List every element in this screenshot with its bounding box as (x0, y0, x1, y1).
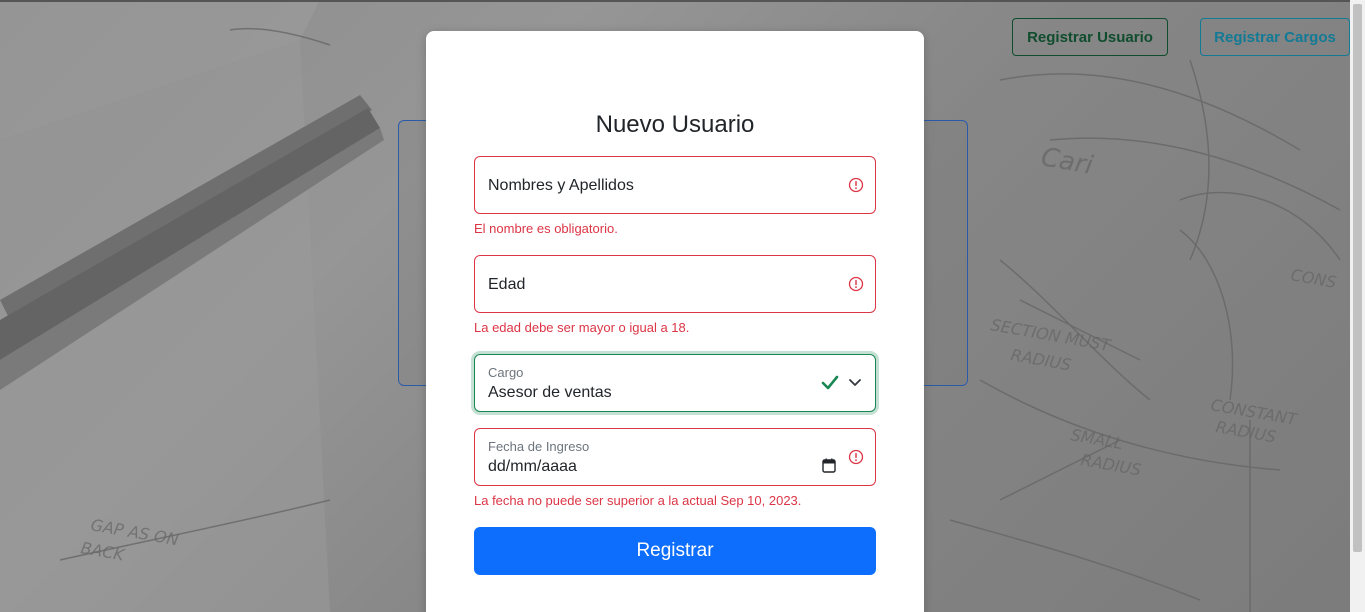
new-user-modal: Nuevo Usuario Nombres y Apellidos El nom… (426, 31, 924, 612)
exclamation-circle-icon (848, 177, 864, 193)
check-icon (821, 375, 839, 390)
exclamation-circle-icon (848, 276, 864, 292)
exclamation-circle-icon (848, 449, 864, 465)
start-date-error-message: La fecha no puede ser superior a la actu… (474, 493, 802, 508)
start-date-input[interactable]: Fecha de Ingreso dd/mm/aaaa (474, 428, 876, 486)
age-error-message: La edad debe ser mayor o igual a 18. (474, 320, 690, 335)
vertical-scrollbar[interactable] (1350, 0, 1365, 612)
modal-title: Nuevo Usuario (595, 111, 755, 138)
name-error-message: El nombre es obligatorio. (474, 221, 618, 236)
chevron-down-icon[interactable] (849, 378, 861, 388)
calendar-icon[interactable] (822, 458, 836, 473)
position-select[interactable]: Cargo Asesor de ventas (474, 354, 876, 412)
name-placeholder: Nombres y Apellidos (488, 177, 634, 194)
start-date-value: dd/mm/aaaa (488, 458, 577, 475)
name-input[interactable]: Nombres y Apellidos (474, 156, 876, 214)
position-label: Cargo (488, 365, 524, 380)
scrollbar-thumb[interactable] (1353, 4, 1362, 552)
register-positions-nav-button[interactable]: Registrar Cargos (1200, 18, 1350, 56)
age-input[interactable]: Edad (474, 255, 876, 313)
position-value: Asesor de ventas (488, 384, 612, 401)
age-placeholder: Edad (488, 276, 526, 293)
register-submit-button[interactable]: Registrar (474, 527, 876, 575)
start-date-label: Fecha de Ingreso (488, 439, 590, 454)
register-user-nav-button[interactable]: Registrar Usuario (1012, 18, 1168, 56)
top-border (0, 0, 1365, 2)
